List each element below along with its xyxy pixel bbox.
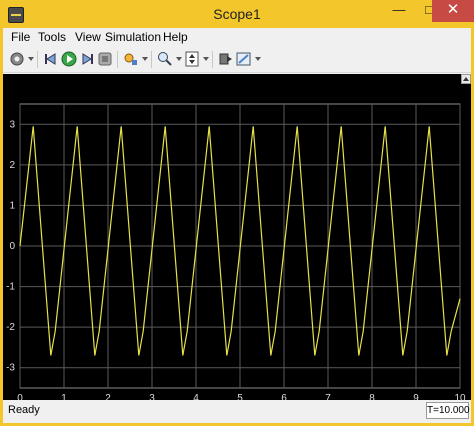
x-tick-label: 0 bbox=[17, 393, 23, 400]
toolbar-separator bbox=[37, 51, 38, 68]
highlight-dropdown-icon[interactable] bbox=[142, 57, 148, 61]
scope-window: Scope1 — □ ✕ File Tools View Simulation … bbox=[0, 0, 474, 426]
settings-dropdown-icon[interactable] bbox=[28, 57, 34, 61]
y-tick-label: 3 bbox=[9, 119, 15, 130]
scale-axes-dropdown-icon[interactable] bbox=[203, 57, 209, 61]
step-back-icon[interactable] bbox=[43, 51, 59, 67]
y-tick-label: -3 bbox=[6, 363, 15, 374]
y-tick-label: 1 bbox=[9, 200, 15, 211]
x-tick-label: 10 bbox=[454, 393, 466, 400]
status-bar: Ready T=10.000 bbox=[3, 400, 471, 423]
menu-view[interactable]: View bbox=[75, 30, 101, 44]
x-tick-label: 8 bbox=[369, 393, 375, 400]
x-tick-label: 5 bbox=[237, 393, 243, 400]
step-forward-icon[interactable] bbox=[79, 51, 95, 67]
title-bar[interactable]: Scope1 — □ ✕ bbox=[0, 0, 474, 28]
scope-plot[interactable]: 0 1 2 3 4 5 6 7 8 9 103210-1-2-3 bbox=[3, 74, 471, 400]
collapse-toolbar-button[interactable] bbox=[461, 74, 471, 84]
toolbar-separator bbox=[117, 51, 118, 68]
scale-axes-icon[interactable] bbox=[184, 51, 200, 67]
cursor-measurement-icon[interactable] bbox=[218, 51, 234, 67]
client-area: File Tools View Simulation Help 0 1 2 3 … bbox=[3, 28, 471, 423]
x-tick-label: 3 bbox=[149, 393, 155, 400]
zoom-dropdown-icon[interactable] bbox=[176, 57, 182, 61]
toolbar bbox=[3, 48, 471, 73]
x-tick-label: 7 bbox=[325, 393, 331, 400]
x-tick-label: 4 bbox=[193, 393, 199, 400]
x-tick-label: 2 bbox=[105, 393, 111, 400]
simulation-time: T=10.000 bbox=[426, 402, 470, 419]
y-tick-label: -2 bbox=[6, 322, 15, 333]
menu-tools[interactable]: Tools bbox=[38, 30, 66, 44]
x-tick-label: 9 bbox=[413, 393, 419, 400]
scope-display[interactable]: 0 1 2 3 4 5 6 7 8 9 10 3 2 1 0 -1 -2 -3 bbox=[3, 74, 471, 400]
y-tick-label: 2 bbox=[9, 160, 15, 171]
menu-help[interactable]: Help bbox=[163, 30, 188, 44]
minimize-button[interactable]: — bbox=[384, 0, 414, 22]
menu-simulation[interactable]: Simulation bbox=[105, 30, 161, 44]
y-tick-label: 0 bbox=[9, 241, 15, 252]
zoom-icon[interactable] bbox=[157, 51, 173, 67]
x-tick-label: 6 bbox=[281, 393, 287, 400]
x-tick-label: 1 bbox=[61, 393, 67, 400]
y-tick-label: -1 bbox=[6, 282, 15, 293]
toolbar-separator bbox=[212, 51, 213, 68]
style-icon[interactable] bbox=[236, 51, 252, 67]
toolbar-separator bbox=[151, 51, 152, 68]
run-icon[interactable] bbox=[61, 51, 77, 67]
status-text: Ready bbox=[8, 404, 40, 416]
close-button[interactable]: ✕ bbox=[432, 0, 474, 22]
menu-bar: File Tools View Simulation Help bbox=[3, 28, 471, 46]
menu-file[interactable]: File bbox=[11, 30, 30, 44]
settings-icon[interactable] bbox=[9, 51, 25, 67]
highlight-icon[interactable] bbox=[123, 51, 139, 67]
style-dropdown-icon[interactable] bbox=[255, 57, 261, 61]
stop-icon[interactable] bbox=[97, 51, 113, 67]
